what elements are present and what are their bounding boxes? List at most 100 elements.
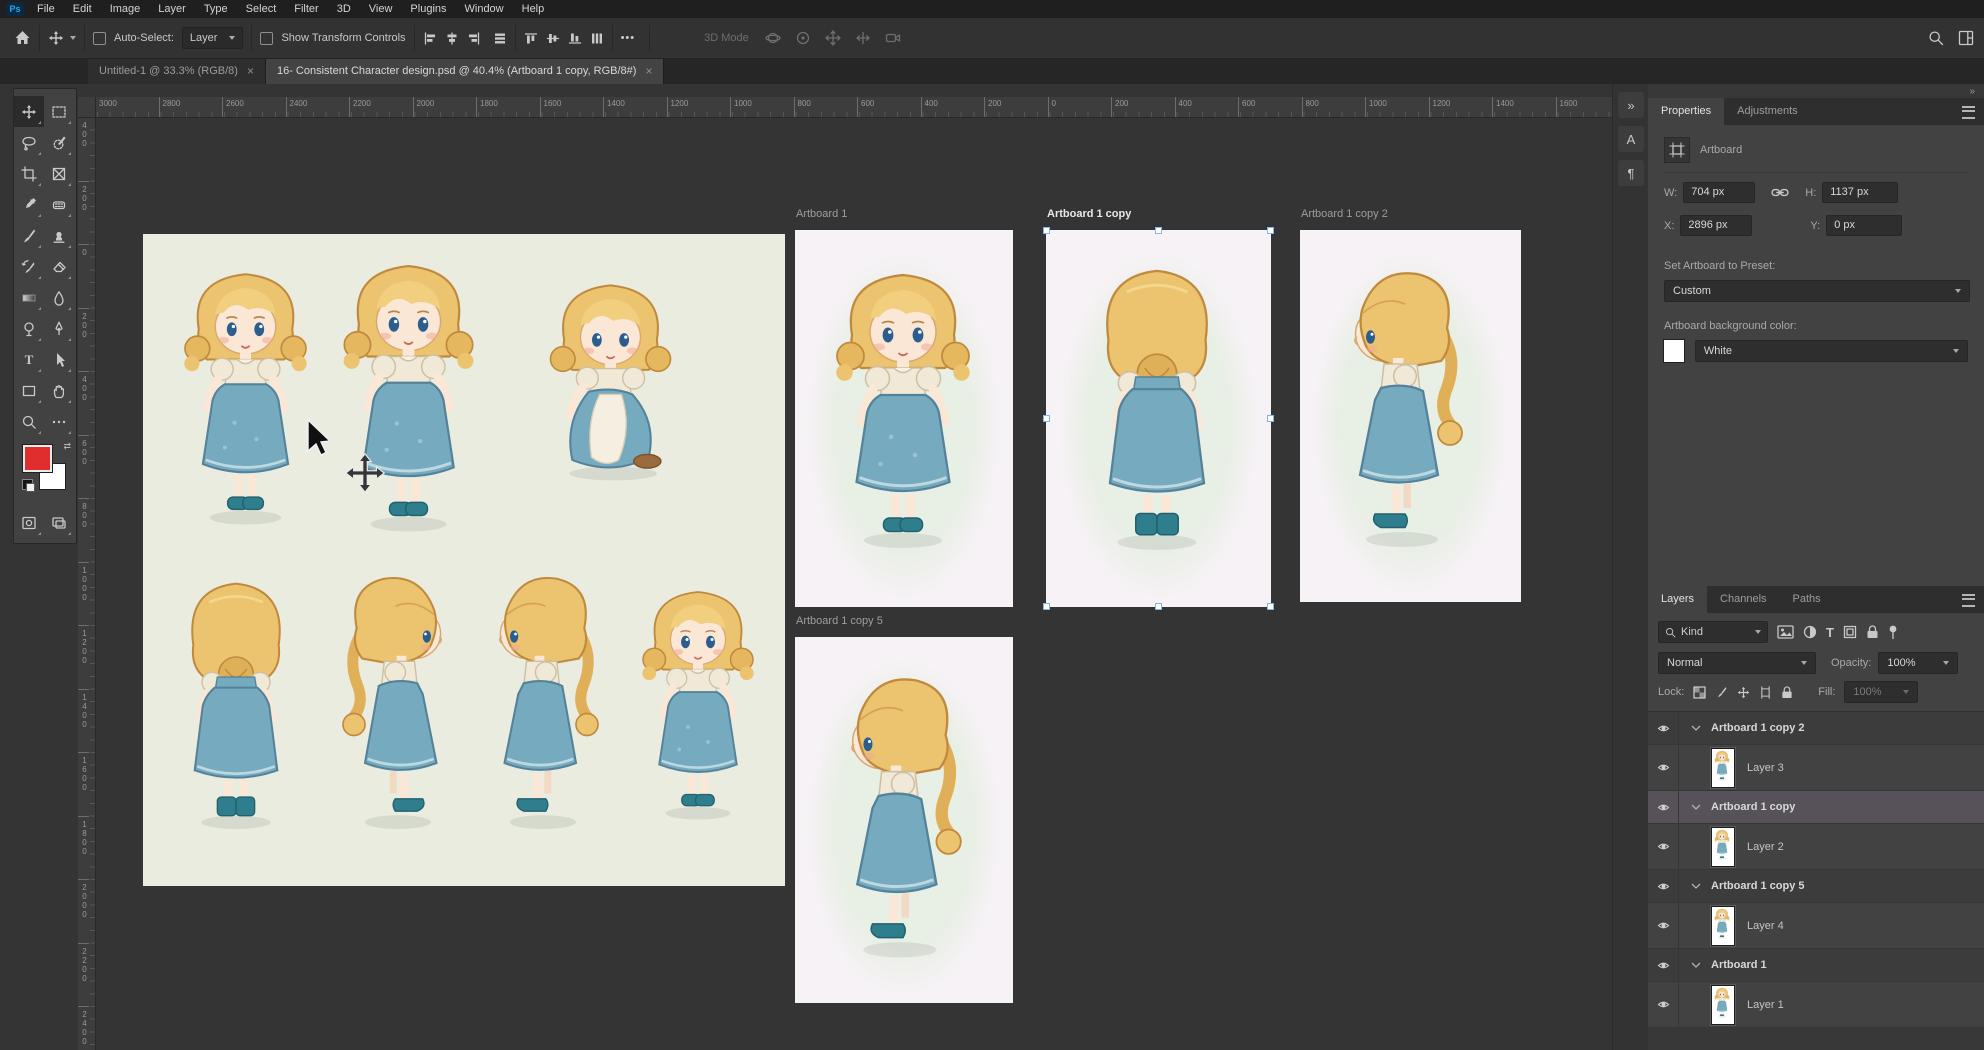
menu-item[interactable]: Layer bbox=[149, 0, 195, 18]
chevron-down-icon[interactable] bbox=[1691, 803, 1701, 811]
quick-mask-icon[interactable] bbox=[14, 507, 44, 538]
layer-row[interactable]: Layer 4 bbox=[1648, 903, 1984, 949]
collapse-dock-icon[interactable]: » bbox=[1969, 86, 1974, 97]
filter-toggle-icon[interactable] bbox=[1888, 625, 1898, 640]
visibility-toggle[interactable] bbox=[1648, 824, 1679, 869]
layer-row[interactable]: Layer 1 bbox=[1648, 982, 1984, 1028]
x-field[interactable]: 2896 px bbox=[1680, 215, 1752, 236]
tab-layers[interactable]: Layers bbox=[1648, 586, 1707, 613]
swap-colors-icon[interactable]: ⇄ bbox=[63, 441, 71, 452]
auto-select-target-dropdown[interactable]: Layer bbox=[182, 27, 244, 49]
layer-name[interactable]: Artboard 1 copy bbox=[1711, 801, 1795, 813]
move-tool-indicator[interactable] bbox=[48, 30, 64, 46]
clone-stamp-tool[interactable] bbox=[44, 220, 74, 251]
opacity-dropdown[interactable]: 100% bbox=[1878, 652, 1958, 674]
selection-handle-se[interactable] bbox=[1267, 603, 1274, 610]
menu-item[interactable]: 3D bbox=[328, 0, 360, 18]
edit-toolbar-ellipsis[interactable] bbox=[44, 406, 74, 437]
layer-name[interactable]: Artboard 1 copy 2 bbox=[1711, 722, 1805, 734]
tab-character-design[interactable]: 16- Consistent Character design.psd @ 40… bbox=[266, 58, 665, 84]
layer-thumbnail[interactable] bbox=[1711, 985, 1735, 1025]
tool-preset-caret[interactable] bbox=[70, 36, 76, 40]
panel-menu-icon[interactable] bbox=[1962, 106, 1975, 119]
blend-mode-dropdown[interactable]: Normal bbox=[1658, 652, 1816, 674]
distribute-vertical-icon[interactable] bbox=[590, 32, 604, 45]
foreground-color-swatch[interactable] bbox=[23, 445, 52, 472]
align-middle-vertical-icon[interactable] bbox=[546, 32, 560, 45]
layer-name[interactable]: Layer 3 bbox=[1747, 762, 1784, 774]
dodge-tool[interactable] bbox=[14, 313, 44, 344]
filter-pixel-layers-icon[interactable] bbox=[1777, 625, 1794, 639]
visibility-toggle[interactable] bbox=[1648, 903, 1679, 948]
lock-all-icon[interactable] bbox=[1781, 686, 1793, 699]
selection-handle-e[interactable] bbox=[1267, 415, 1274, 422]
artboard-bg-swatch[interactable] bbox=[1664, 340, 1684, 362]
selection-handle-s[interactable] bbox=[1155, 603, 1162, 610]
menu-item[interactable]: View bbox=[360, 0, 402, 18]
height-field[interactable]: 1137 px bbox=[1822, 182, 1898, 203]
artboard-label-selected[interactable]: Artboard 1 copy bbox=[1047, 208, 1131, 220]
filter-smart-objects-icon[interactable] bbox=[1866, 625, 1879, 639]
lock-transparent-pixels-icon[interactable] bbox=[1693, 686, 1706, 699]
align-distribute-icon[interactable] bbox=[493, 32, 507, 45]
artboard-label[interactable]: Artboard 1 copy 5 bbox=[796, 615, 883, 627]
zoom-tool[interactable] bbox=[14, 406, 44, 437]
menu-item[interactable]: File bbox=[28, 0, 64, 18]
layer-row[interactable]: Artboard 1 bbox=[1648, 949, 1984, 982]
layer-row[interactable]: Artboard 1 copy 2 bbox=[1648, 712, 1984, 745]
menu-item[interactable]: Edit bbox=[64, 0, 101, 18]
tab-paths[interactable]: Paths bbox=[1780, 586, 1834, 613]
workspace-switcher-icon[interactable] bbox=[1958, 30, 1974, 46]
character-panel-icon[interactable]: A bbox=[1618, 126, 1644, 152]
tab-channels[interactable]: Channels bbox=[1707, 586, 1779, 613]
quick-selection-tool[interactable] bbox=[44, 127, 74, 158]
menu-item[interactable]: Plugins bbox=[401, 0, 455, 18]
close-icon[interactable]: × bbox=[247, 64, 254, 78]
search-icon[interactable] bbox=[1928, 30, 1944, 46]
visibility-toggle[interactable] bbox=[1648, 791, 1679, 823]
layer-name[interactable]: Layer 2 bbox=[1747, 841, 1784, 853]
layer-row[interactable]: Artboard 1 copy bbox=[1648, 791, 1984, 824]
healing-brush-tool[interactable] bbox=[44, 189, 74, 220]
chevron-down-icon[interactable] bbox=[1691, 961, 1701, 969]
eraser-tool[interactable] bbox=[44, 251, 74, 282]
lock-artboard-nesting-icon[interactable] bbox=[1759, 686, 1772, 699]
align-center-horizontal-icon[interactable] bbox=[445, 32, 459, 45]
history-brush-tool[interactable] bbox=[14, 251, 44, 282]
lock-image-pixels-icon[interactable] bbox=[1715, 686, 1728, 699]
selection-handle-nw[interactable] bbox=[1043, 227, 1050, 234]
selection-handle-sw[interactable] bbox=[1043, 603, 1050, 610]
move-tool[interactable] bbox=[14, 96, 44, 127]
artboard-label[interactable]: Artboard 1 copy 2 bbox=[1301, 208, 1388, 220]
selection-handle-ne[interactable] bbox=[1267, 227, 1274, 234]
menu-item[interactable]: Image bbox=[101, 0, 150, 18]
align-bottom-icon[interactable] bbox=[568, 32, 582, 45]
close-icon[interactable]: × bbox=[645, 64, 652, 78]
layer-name[interactable]: Layer 1 bbox=[1747, 999, 1784, 1011]
layer-thumbnail[interactable] bbox=[1711, 748, 1735, 788]
background-color-dropdown[interactable]: White bbox=[1695, 340, 1968, 362]
layer-row[interactable]: Layer 2 bbox=[1648, 824, 1984, 870]
pen-tool[interactable] bbox=[44, 313, 74, 344]
chevron-down-icon[interactable] bbox=[1691, 882, 1701, 890]
selection-handle-n[interactable] bbox=[1155, 227, 1162, 234]
layer-name[interactable]: Layer 4 bbox=[1747, 920, 1784, 932]
chevron-down-icon[interactable] bbox=[1691, 724, 1701, 732]
photoshop-logo[interactable]: Ps bbox=[6, 2, 24, 16]
layer-filter-kind-dropdown[interactable]: Kind bbox=[1658, 621, 1768, 643]
link-dimensions-icon[interactable] bbox=[1771, 186, 1789, 199]
home-button[interactable] bbox=[14, 30, 31, 46]
tab-adjustments[interactable]: Adjustments bbox=[1724, 98, 1811, 125]
tab-properties[interactable]: Properties bbox=[1648, 98, 1724, 125]
panel-menu-icon[interactable] bbox=[1962, 594, 1975, 607]
menu-item[interactable]: Help bbox=[513, 0, 554, 18]
collapse-panels-icon[interactable]: » bbox=[1618, 92, 1644, 118]
show-transform-checkbox[interactable] bbox=[260, 32, 273, 45]
visibility-toggle[interactable] bbox=[1648, 870, 1679, 902]
auto-select-checkbox[interactable] bbox=[93, 32, 106, 45]
marquee-tool[interactable] bbox=[44, 96, 74, 127]
eyedropper-tool[interactable] bbox=[14, 189, 44, 220]
y-field[interactable]: 0 px bbox=[1826, 215, 1902, 236]
gradient-tool[interactable] bbox=[14, 282, 44, 313]
align-top-icon[interactable] bbox=[524, 32, 538, 45]
